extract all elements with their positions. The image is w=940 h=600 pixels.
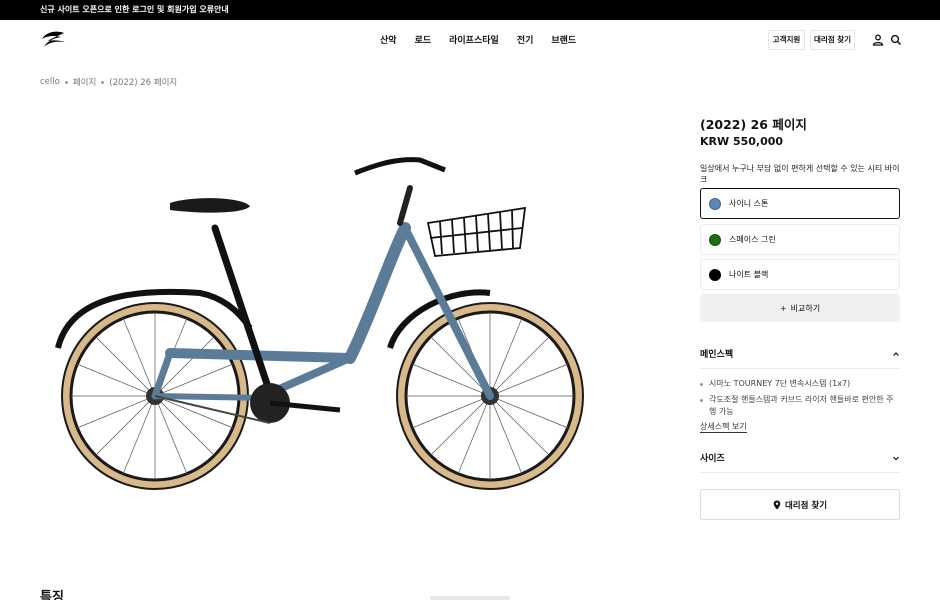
find-dealer-header-button[interactable]: 대리점 찾기	[810, 30, 855, 50]
nav-item-brand[interactable]: 브랜드	[551, 33, 576, 46]
color-label: 스페이스 그린	[729, 235, 776, 244]
breadcrumb-category[interactable]: 페이지	[73, 76, 96, 88]
cello-logo[interactable]	[40, 30, 66, 50]
compare-label: 비교하기	[790, 303, 821, 313]
breadcrumb-current: (2022) 26 페이지	[109, 78, 178, 88]
bullet	[700, 399, 703, 402]
breadcrumb-separator	[64, 80, 68, 84]
main-nav: 산악 로드 라이프스타일 전기 브랜드	[380, 33, 576, 46]
site-header: 산악 로드 라이프스타일 전기 브랜드 고객지원 대리점 찾기	[0, 20, 940, 60]
saddle	[170, 198, 250, 213]
product-price: KRW 550,000	[700, 135, 784, 148]
main-spec-heading: 메인스펙	[700, 350, 734, 360]
announcement-bar[interactable]: 신규 사이트 오픈으로 인한 로그인 및 회원가입 오류안내	[0, 0, 940, 20]
size-toggle[interactable]: 사이즈	[700, 443, 900, 473]
chevron-up-icon	[893, 351, 899, 356]
nav-item-electric[interactable]: 전기	[517, 33, 534, 46]
nav-item-mountain[interactable]: 산악	[380, 33, 397, 46]
detailed-spec-link[interactable]: 상세스펙 보기	[700, 421, 747, 433]
color-option-shiny-stone[interactable]: 사이니 스톤	[700, 188, 900, 219]
color-swatch	[709, 268, 721, 281]
size-heading: 사이즈	[700, 454, 725, 464]
breadcrumb-separator	[101, 80, 105, 84]
breadcrumb-home[interactable]: cello	[40, 77, 60, 87]
search-icon[interactable]	[889, 33, 903, 47]
product-description: 일상에서 누구나 부담 없이 편하게 선택할 수 있는 시티 바이크	[700, 164, 900, 184]
color-swatch	[709, 233, 721, 246]
compare-button[interactable]: + 비교하기	[700, 294, 900, 322]
find-dealer-button[interactable]: 대리점 찾기	[700, 489, 900, 520]
announcement-text[interactable]: 신규 사이트 오픈으로 인한 로그인 및 회원가입 오류안내	[40, 5, 229, 14]
section-tab-indicator	[430, 596, 510, 600]
nav-item-lifestyle[interactable]: 라이프스타일	[449, 33, 499, 46]
map-pin-icon	[773, 500, 781, 509]
product-image-bicycle	[55, 157, 584, 490]
bullet	[700, 383, 703, 386]
features-heading: 특징	[40, 590, 64, 600]
color-option-space-green[interactable]: 스페이스 그린	[700, 224, 900, 255]
spec-item: 각도조절 핸들스템과 커브드 라이저 핸들바로 편안한 주행 가능	[700, 394, 900, 418]
breadcrumb: cello 페이지 (2022) 26 페이지	[40, 76, 177, 88]
user-icon[interactable]	[871, 33, 885, 47]
product-title: (2022) 26 페이지	[700, 117, 807, 132]
color-swatch	[709, 197, 721, 210]
color-option-night-black[interactable]: 나이트 블랙	[700, 259, 900, 290]
front-basket	[426, 206, 527, 257]
chevron-down-icon	[893, 456, 899, 460]
handlebar	[354, 157, 446, 176]
find-dealer-label: 대리점 찾기	[784, 500, 828, 511]
spec-item: 시마노 TOURNEY 7단 변속시스템 (1x7)	[700, 378, 900, 390]
plus-icon: +	[779, 303, 787, 313]
color-label: 사이니 스톤	[729, 199, 769, 208]
color-label: 나이트 블랙	[729, 270, 769, 279]
nav-item-road[interactable]: 로드	[415, 33, 432, 46]
support-button[interactable]: 고객지원	[768, 30, 805, 50]
main-spec-toggle[interactable]: 메인스펙	[700, 339, 900, 369]
